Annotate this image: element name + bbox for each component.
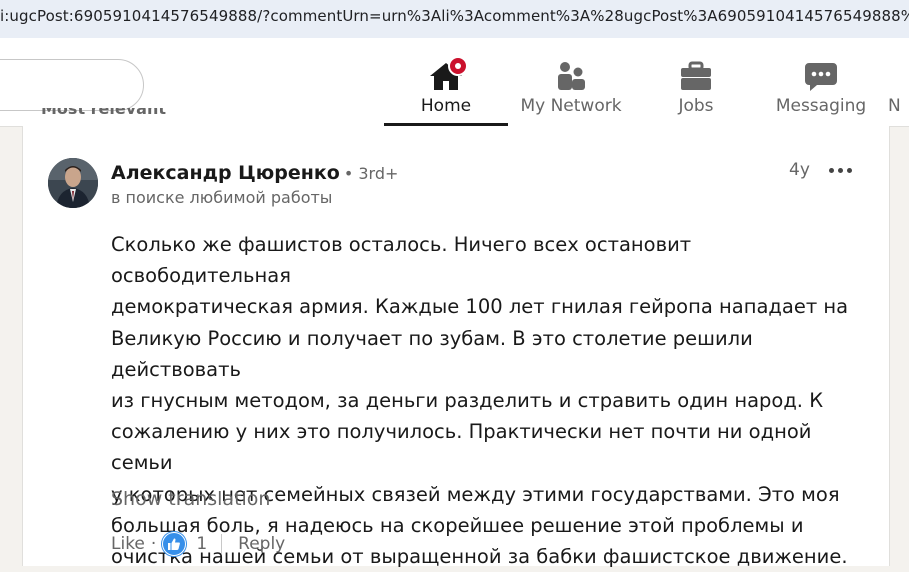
like-button[interactable]: Like bbox=[111, 534, 145, 554]
messaging-icon bbox=[803, 60, 839, 92]
separator-dot: · bbox=[150, 534, 157, 554]
url-text: i:ugcPost:6905910414576549888/?commentUr… bbox=[0, 7, 909, 25]
nav-item-my-network[interactable]: My Network bbox=[512, 46, 630, 126]
nav-item-messaging[interactable]: Messaging bbox=[770, 46, 872, 126]
reaction-count[interactable]: 1 bbox=[196, 534, 207, 554]
comment-line: из гнусным методом, за деньги разделить … bbox=[111, 389, 824, 413]
comment-actions: Like · 1 Reply bbox=[111, 532, 285, 556]
comment-card: Most relevant Александр Цюренко • 3rd+ в … bbox=[22, 108, 890, 568]
author-name-text: Александр Цюренко bbox=[111, 162, 340, 184]
more-options-button[interactable] bbox=[825, 156, 855, 184]
briefcase-icon bbox=[678, 60, 714, 92]
nav-label-home: Home bbox=[420, 96, 472, 116]
avatar[interactable] bbox=[48, 158, 98, 208]
author-name[interactable]: Александр Цюренко • 3rd+ bbox=[111, 162, 398, 184]
nav-label-messaging: Messaging bbox=[775, 96, 867, 116]
connection-degree: • 3rd+ bbox=[343, 164, 399, 183]
browser-address-bar[interactable]: i:ugcPost:6905910414576549888/?commentUr… bbox=[0, 0, 909, 38]
sort-label-text: Most relevant bbox=[41, 108, 166, 118]
nav-label-jobs: Jobs bbox=[678, 96, 714, 116]
comment-line: Сколько же фашистов осталось. Ничего все… bbox=[111, 233, 692, 288]
nav-item-jobs[interactable]: Jobs bbox=[648, 46, 744, 126]
nav-item-home[interactable]: Home bbox=[384, 46, 508, 126]
network-icon bbox=[553, 60, 589, 92]
nav-label-truncated: N bbox=[888, 96, 901, 116]
comment-line: сожалению у них это получилось. Практиче… bbox=[111, 420, 812, 475]
reply-button[interactable]: Reply bbox=[238, 534, 285, 554]
comment-body: Сколько же фашистов осталось. Ничего все… bbox=[111, 229, 871, 572]
nav-item-notifications[interactable]: N bbox=[888, 46, 909, 126]
more-dot-icon bbox=[828, 167, 834, 173]
more-dot-icon bbox=[837, 167, 843, 173]
comment-line: Великую Россию и получает по зубам. В эт… bbox=[111, 326, 753, 381]
more-dot-icon bbox=[846, 167, 852, 173]
nav-label-my-network: My Network bbox=[520, 96, 622, 116]
sort-dropdown[interactable]: Most relevant bbox=[41, 108, 166, 130]
notification-badge bbox=[448, 56, 468, 76]
home-icon bbox=[428, 56, 468, 92]
comment-line: демократическая армия. Каждые 100 лет гн… bbox=[111, 295, 849, 319]
search-input[interactable] bbox=[0, 59, 144, 111]
comment-timestamp: 4y bbox=[789, 160, 810, 180]
action-divider bbox=[221, 534, 223, 554]
author-headline: в поиске любимой работы bbox=[111, 188, 333, 207]
like-reaction-icon[interactable] bbox=[162, 532, 187, 556]
show-translation-button[interactable]: Show translation bbox=[111, 488, 270, 510]
